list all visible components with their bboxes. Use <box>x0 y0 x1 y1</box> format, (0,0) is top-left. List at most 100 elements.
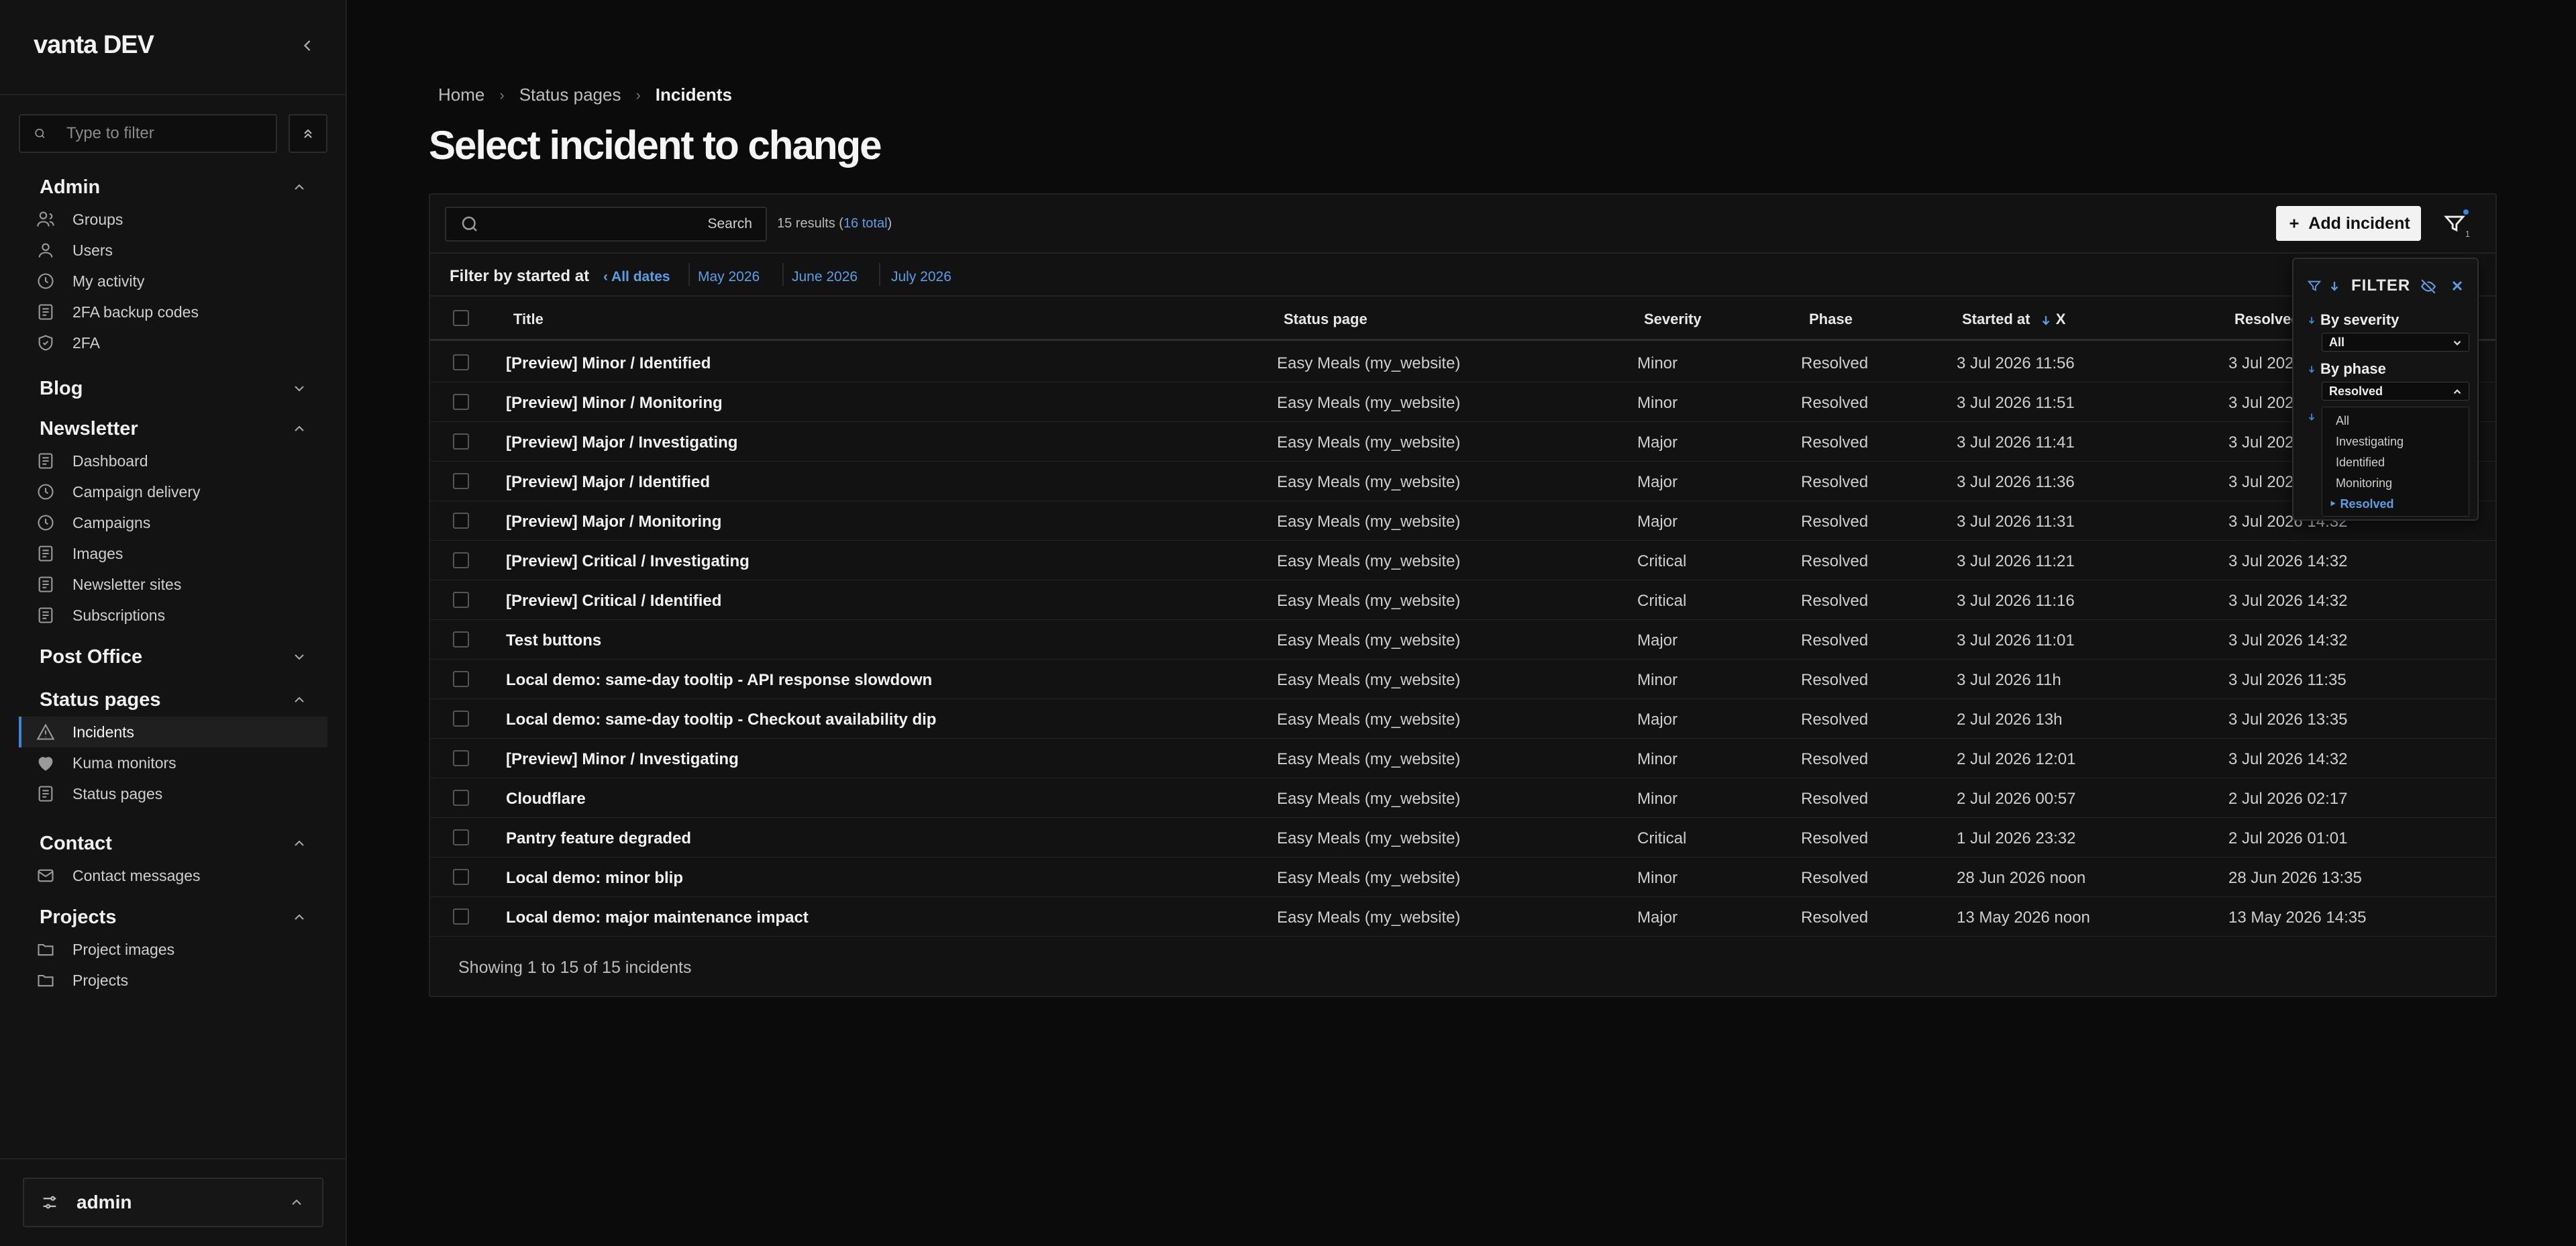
row-checkbox[interactable] <box>453 869 469 885</box>
cell-title[interactable]: Local demo: same-day tooltip - Checkout … <box>506 711 936 729</box>
phase-option-all[interactable]: All <box>2336 414 2349 428</box>
sidebar-filter[interactable] <box>19 114 277 153</box>
row-checkbox[interactable] <box>453 513 469 529</box>
row-checkbox[interactable] <box>453 354 469 370</box>
sidebar-item-incidents[interactable]: Incidents <box>19 717 327 747</box>
row-checkbox[interactable] <box>453 592 469 608</box>
cell-title[interactable]: Pantry feature degraded <box>506 829 691 848</box>
collapse-sidebar-button[interactable] <box>298 36 317 55</box>
sidebar-group-blog[interactable]: Blog <box>0 372 347 405</box>
search-input[interactable] <box>486 215 708 233</box>
cell-title[interactable]: [Preview] Minor / Investigating <box>506 750 739 769</box>
sidebar-item-campaign-delivery[interactable]: Campaign delivery <box>0 476 347 507</box>
row-checkbox[interactable] <box>453 473 469 489</box>
sidebar-item-subscriptions[interactable]: Subscriptions <box>0 600 347 631</box>
sidebar-item-project-images[interactable]: Project images <box>0 934 347 965</box>
date-link-july-2026[interactable]: July 2026 <box>891 269 951 285</box>
severity-select[interactable]: All <box>2322 333 2469 352</box>
cell-title[interactable]: [Preview] Minor / Monitoring <box>506 394 723 413</box>
remove-sort-button[interactable]: X <box>2056 311 2066 327</box>
eye-off-icon[interactable] <box>2420 278 2437 295</box>
column-phase[interactable]: Phase <box>1809 311 1853 328</box>
table-row[interactable]: [Preview] Critical / Identified Easy Meal… <box>430 580 2495 620</box>
all-dates-link[interactable]: ‹ All dates <box>603 269 670 285</box>
brand-logo[interactable]: vanta DEV <box>34 31 154 60</box>
phase-option-investigating[interactable]: Investigating <box>2336 435 2404 449</box>
date-link-may-2026[interactable]: May 2026 <box>698 269 760 285</box>
row-checkbox[interactable] <box>453 433 469 450</box>
table-row[interactable]: Local demo: major maintenance impact Easy… <box>430 897 2495 937</box>
table-row[interactable]: Local demo: minor blip Easy Meals (my_web… <box>430 858 2495 897</box>
expand-all-button[interactable] <box>289 114 327 153</box>
sidebar-group-post-office[interactable]: Post Office <box>0 640 347 674</box>
add-incident-button[interactable]: Add incident <box>2276 206 2421 241</box>
column-started-at[interactable]: Started at X <box>1962 311 2065 328</box>
date-link-june-2026[interactable]: June 2026 <box>792 269 858 285</box>
table-row[interactable]: Cloudflare Easy Meals (my_website) Minor Re… <box>430 778 2495 818</box>
sidebar-item-campaigns[interactable]: Campaigns <box>0 507 347 538</box>
sidebar-group-status-pages[interactable]: Status pages <box>0 683 347 717</box>
cell-title[interactable]: [Preview] Critical / Investigating <box>506 552 750 571</box>
cell-title[interactable]: Local demo: same-day tooltip - API respo… <box>506 671 932 690</box>
breadcrumb-home[interactable]: Home <box>438 85 484 105</box>
sidebar-item-dashboard[interactable]: Dashboard <box>0 446 347 476</box>
table-row[interactable]: Local demo: same-day tooltip - Checkout … <box>430 699 2495 739</box>
sidebar-item-newsletter-sites[interactable]: Newsletter sites <box>0 569 347 600</box>
total-link[interactable]: 16 total <box>843 216 888 231</box>
phase-option-resolved[interactable]: ‣ Resolved <box>2329 497 2394 511</box>
cell-title[interactable]: Cloudflare <box>506 790 586 809</box>
row-checkbox[interactable] <box>453 394 469 410</box>
row-checkbox[interactable] <box>453 750 469 766</box>
table-row[interactable]: [Preview] Minor / Monitoring Easy Meals (… <box>430 382 2495 422</box>
sidebar-item-users[interactable]: Users <box>0 235 347 266</box>
breadcrumb-status-pages[interactable]: Status pages <box>519 85 621 105</box>
column-title[interactable]: Title <box>513 311 544 328</box>
cell-title[interactable]: [Preview] Major / Investigating <box>506 433 737 452</box>
row-checkbox[interactable] <box>453 671 469 687</box>
column-severity[interactable]: Severity <box>1644 311 1702 328</box>
sidebar-group-admin[interactable]: Admin <box>0 170 347 204</box>
cell-title[interactable]: Test buttons <box>506 631 601 650</box>
phase-option-monitoring[interactable]: Monitoring <box>2336 476 2392 490</box>
sidebar-item-groups[interactable]: Groups <box>0 204 347 235</box>
table-row[interactable]: [Preview] Major / Monitoring Easy Meals (… <box>430 501 2495 541</box>
user-menu[interactable]: admin <box>23 1178 323 1227</box>
sidebar-filter-input[interactable] <box>65 123 276 144</box>
sidebar-group-projects[interactable]: Projects <box>0 900 347 934</box>
table-row[interactable]: Pantry feature degraded Easy Meals (my_we… <box>430 818 2495 858</box>
sidebar-group-contact[interactable]: Contact <box>0 827 347 860</box>
row-checkbox[interactable] <box>453 790 469 806</box>
phase-option-identified[interactable]: Identified <box>2336 456 2385 470</box>
phase-select[interactable]: Resolved <box>2322 382 2469 401</box>
cell-title[interactable]: Local demo: minor blip <box>506 869 683 888</box>
sidebar-item-projects[interactable]: Projects <box>0 965 347 996</box>
row-checkbox[interactable] <box>453 908 469 925</box>
table-row[interactable]: [Preview] Major / Investigating Easy Meal… <box>430 422 2495 462</box>
table-row[interactable]: [Preview] Major / Identified Easy Meals (… <box>430 462 2495 501</box>
search-button[interactable]: Search <box>707 216 752 232</box>
cell-title[interactable]: [Preview] Major / Monitoring <box>506 513 721 531</box>
cell-title[interactable]: [Preview] Minor / Identified <box>506 354 711 373</box>
table-row[interactable]: [Preview] Minor / Investigating Easy Meal… <box>430 739 2495 778</box>
sidebar-item-contact-messages[interactable]: Contact messages <box>0 860 347 891</box>
sidebar-item-kuma-monitors[interactable]: Kuma monitors <box>0 747 347 778</box>
row-checkbox[interactable] <box>453 829 469 845</box>
table-row[interactable]: Test buttons Easy Meals (my_website) Major… <box>430 620 2495 660</box>
sidebar-item-status-pages[interactable]: Status pages <box>0 778 347 809</box>
table-row[interactable]: [Preview] Minor / Identified Easy Meals (… <box>430 343 2495 382</box>
close-icon[interactable] <box>2449 278 2465 294</box>
sidebar-item-2fa[interactable]: 2FA <box>0 327 347 358</box>
cell-title[interactable]: [Preview] Critical / Identified <box>506 592 721 611</box>
row-checkbox[interactable] <box>453 631 469 647</box>
sidebar-item-my-activity[interactable]: My activity <box>0 266 347 297</box>
row-checkbox[interactable] <box>453 711 469 727</box>
table-row[interactable]: Local demo: same-day tooltip - API respo… <box>430 660 2495 699</box>
cell-title[interactable]: Local demo: major maintenance impact <box>506 908 809 927</box>
cell-title[interactable]: [Preview] Major / Identified <box>506 473 710 492</box>
column-status-page[interactable]: Status page <box>1284 311 1368 328</box>
sidebar-group-newsletter[interactable]: Newsletter <box>0 412 347 446</box>
table-row[interactable]: [Preview] Critical / Investigating Easy M… <box>430 541 2495 580</box>
sidebar-item-2fa-backup-codes[interactable]: 2FA backup codes <box>0 297 347 327</box>
sidebar-item-images[interactable]: Images <box>0 538 347 569</box>
select-all-checkbox[interactable] <box>453 310 469 326</box>
